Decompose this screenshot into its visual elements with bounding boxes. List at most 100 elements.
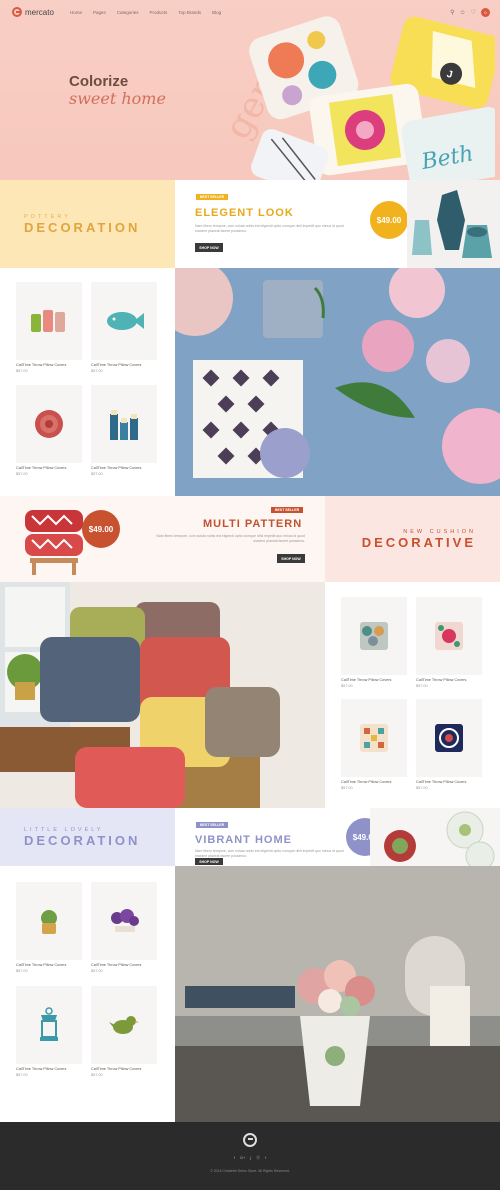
flower-pot-image	[175, 866, 500, 1122]
cushion-promo-row: $49.00 BEST SELLER MULTI PATTERN Nam lib…	[0, 496, 500, 582]
vibrant-shop-now-button[interactable]: SHOP NOW	[195, 858, 223, 865]
product-card[interactable]: CallTime Throw Pillow Covers $57.00	[16, 282, 82, 373]
product-price: $57.00	[341, 684, 353, 688]
product-card[interactable]: CallTime Throw Pillow Covers $57.00	[16, 882, 82, 973]
footer-logo-icon[interactable]	[243, 1133, 257, 1147]
pottery-section: CallTime Throw Pillow Covers $57.00 Call…	[0, 268, 500, 496]
cushion-section: CallTime Throw Pillow Covers $57.00 Call…	[0, 582, 500, 808]
product-name[interactable]: CallTime Throw Pillow Covers	[16, 466, 82, 470]
pottery-label-big: DECORATION	[24, 219, 141, 235]
vibrant-promo-card: BEST SELLER VIBRANT HOME Nam libero temp…	[175, 808, 500, 866]
product-price: $57.00	[91, 1073, 103, 1077]
product-price: $57.00	[91, 369, 103, 373]
product-price: $57.00	[91, 472, 103, 476]
bird-icon	[91, 986, 157, 1064]
cart-icon[interactable]: 0	[481, 8, 490, 17]
scale-pillow-icon	[341, 597, 407, 675]
product-name[interactable]: CallTime Throw Pillow Covers	[91, 363, 157, 367]
product-card[interactable]: CallTime Throw Pillow Covers $57.00	[341, 699, 407, 790]
logo-mark-icon	[12, 7, 22, 17]
product-name[interactable]: CallTime Throw Pillow Covers	[91, 1067, 157, 1071]
product-card[interactable]: CallTime Throw Pillow Covers $57.00	[416, 597, 482, 688]
header-icons: ⚲ ☺ ♡ 0	[450, 8, 490, 17]
product-card[interactable]: CallTime Throw Pillow Covers $57.00	[91, 385, 157, 476]
cushion-label-big: DECORATIVE	[361, 534, 476, 550]
product-name[interactable]: CallTime Throw Pillow Covers	[91, 963, 157, 967]
cushion-label-block: NEW CUSHION DECORATIVE	[325, 496, 500, 582]
google-plus-icon[interactable]: G+	[240, 1155, 245, 1161]
product-card[interactable]: CallTime Throw Pillow Covers $57.00	[16, 986, 82, 1077]
product-card[interactable]: CallTime Throw Pillow Covers $57.00	[91, 282, 157, 373]
product-price: $57.00	[16, 472, 28, 476]
product-name[interactable]: CallTime Throw Pillow Covers	[16, 1067, 82, 1071]
menu-item-pages[interactable]: Pages	[93, 10, 106, 15]
pottery-promo-row: POTTERY DECORATION BEST SELLER ELEGENT L…	[0, 180, 500, 268]
pottery-promo-text: Nam libero tempore, cum soluta nobis est…	[195, 224, 344, 233]
product-price: $57.00	[16, 369, 28, 373]
menu-item-top-brands[interactable]: Top Brands	[178, 10, 201, 15]
menu-item-categories[interactable]: Categories	[117, 10, 139, 15]
cushion-promo-text: Nam libero tempore, cum soluta nobis est…	[156, 534, 305, 543]
product-card[interactable]: CallTime Throw Pillow Covers $57.00	[16, 385, 82, 476]
pottery-lifestyle-image	[175, 268, 500, 496]
best-seller-badge: BEST SELLER	[196, 822, 229, 828]
pottery-label-block: POTTERY DECORATION	[0, 180, 175, 268]
pottery-price-circle: $49.00	[370, 201, 408, 239]
pinterest-icon[interactable]: ⓟ	[256, 1155, 260, 1161]
tumblr-icon[interactable]: ʃ	[250, 1155, 251, 1161]
vibrant-promo-row: LITTLE LOVELY DECORATION BEST SELLER VIB…	[0, 808, 500, 866]
vibrant-section: CallTime Throw Pillow Covers $57.00 Call…	[0, 866, 500, 1122]
copyright-text: © 2016 Createtie Demo Store. All Rights …	[210, 1169, 290, 1173]
cushion-lifestyle-image	[0, 582, 325, 808]
facebook-icon[interactable]: f	[234, 1155, 235, 1161]
twitter-icon[interactable]: t	[265, 1155, 266, 1161]
product-name[interactable]: CallTime Throw Pillow Covers	[416, 780, 482, 784]
heart-icon[interactable]: ♡	[471, 9, 476, 16]
hero-title: Colorize	[69, 73, 129, 90]
pottery-promo-card: BEST SELLER ELEGENT LOOK Nam libero temp…	[175, 180, 500, 268]
product-name[interactable]: CallTime Throw Pillow Covers	[16, 363, 82, 367]
menu-item-products[interactable]: Products	[150, 10, 168, 15]
product-name[interactable]: CallTime Throw Pillow Covers	[91, 466, 157, 470]
hero-subtitle: sweet home	[69, 89, 166, 108]
pottery-promo-title: ELEGENT LOOK	[195, 207, 294, 219]
product-card[interactable]: CallTime Throw Pillow Covers $57.00	[91, 882, 157, 973]
user-icon[interactable]: ☺	[459, 10, 465, 16]
menu-item-blog[interactable]: Blog	[212, 10, 221, 15]
product-name[interactable]: CallTime Throw Pillow Covers	[416, 678, 482, 682]
floral-pillow-icon	[416, 597, 482, 675]
product-price: $57.00	[16, 1073, 28, 1077]
cushion-promo-card: $49.00 BEST SELLER MULTI PATTERN Nam lib…	[0, 496, 325, 582]
lantern-icon	[16, 986, 82, 1064]
best-seller-badge: BEST SELLER	[196, 194, 229, 200]
product-name[interactable]: CallTime Throw Pillow Covers	[341, 780, 407, 784]
brand-logo[interactable]: mercato	[12, 7, 54, 17]
pottery-shop-now-button[interactable]: SHOP NOW	[195, 243, 223, 252]
product-price: $57.00	[416, 684, 428, 688]
product-price: $57.00	[416, 786, 428, 790]
succulent-icon	[16, 882, 82, 960]
hero-pillows-image: gentle J	[217, 16, 495, 180]
product-name[interactable]: CallTime Throw Pillow Covers	[16, 963, 82, 967]
brand-name: mercato	[25, 7, 54, 17]
mugs-icon	[16, 282, 82, 360]
cushion-products-grid: CallTime Throw Pillow Covers $57.00 Call…	[325, 582, 500, 808]
flowers-icon	[91, 882, 157, 960]
search-icon[interactable]: ⚲	[450, 9, 454, 16]
top-navbar: mercato Home Pages Categories Products T…	[0, 0, 500, 26]
candles-icon	[91, 385, 157, 463]
product-card[interactable]: CallTime Throw Pillow Covers $57.00	[341, 597, 407, 688]
product-card[interactable]: CallTime Throw Pillow Covers $57.00	[416, 699, 482, 790]
product-price: $57.00	[341, 786, 353, 790]
fish-plate-icon	[91, 282, 157, 360]
cushion-price-circle: $49.00	[82, 510, 120, 548]
best-seller-badge: BEST SELLER	[271, 507, 304, 513]
main-menu: Home Pages Categories Products Top Brand…	[70, 10, 221, 15]
product-card[interactable]: CallTime Throw Pillow Covers $57.00	[91, 986, 157, 1077]
menu-item-home[interactable]: Home	[70, 10, 82, 15]
hero-banner: gentle J	[0, 0, 500, 180]
cushion-shop-now-button[interactable]: SHOP NOW	[277, 554, 305, 563]
geo-pillow-icon	[341, 699, 407, 777]
vibrant-promo-title: VIBRANT HOME	[195, 834, 292, 846]
product-name[interactable]: CallTime Throw Pillow Covers	[341, 678, 407, 682]
